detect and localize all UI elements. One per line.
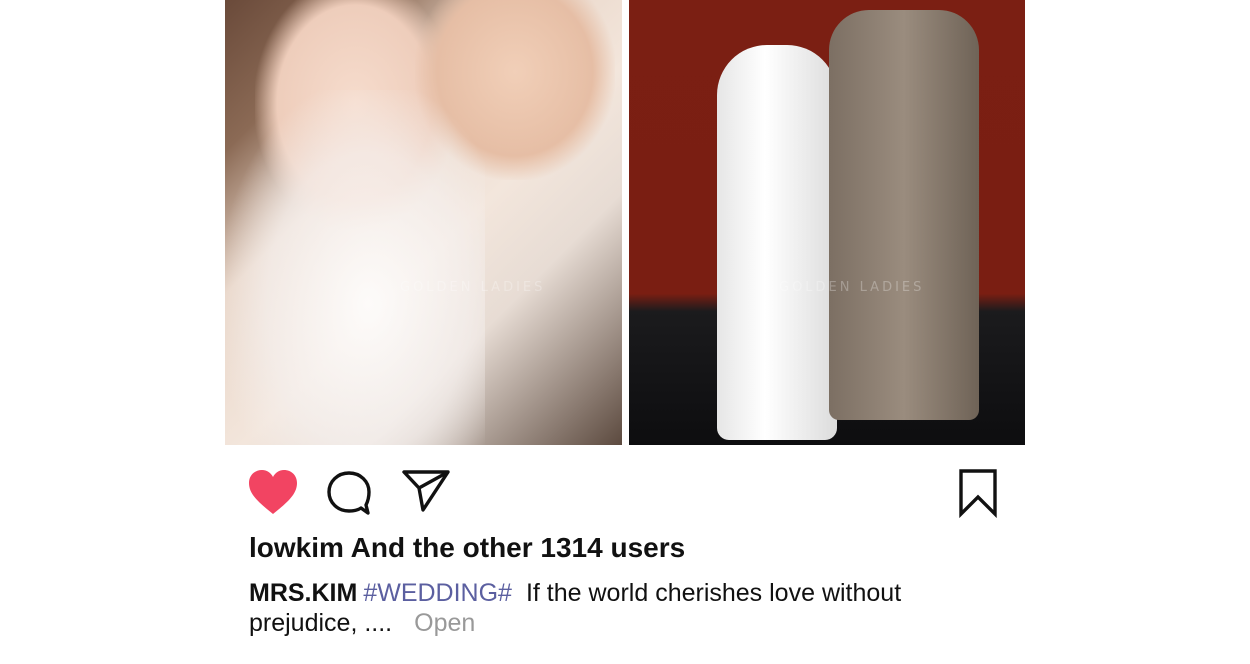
bride-dress <box>717 45 837 440</box>
photo-couple-full[interactable]: GOLDEN LADIES <box>629 0 1025 445</box>
heart-icon[interactable] <box>248 470 298 516</box>
bookmark-icon[interactable] <box>958 468 998 519</box>
groom-suit <box>829 10 979 420</box>
comment-icon[interactable] <box>326 470 372 516</box>
watermark: GOLDEN LADIES <box>779 280 925 295</box>
caption-open-link[interactable]: Open <box>414 609 475 637</box>
likes-count[interactable]: lowkim And the other 1314 users <box>249 532 685 564</box>
caption-hashtag[interactable]: #WEDDING# <box>363 579 512 607</box>
post-caption: MRS.KIM #WEDDING# If the world cherishes l… <box>249 578 939 638</box>
watermark: GOLDEN LADIES <box>400 280 546 295</box>
bride-gloves <box>225 90 485 445</box>
send-icon[interactable] <box>401 468 451 514</box>
post-card: GOLDEN LADIES GOLDEN LADIES lowkim And t… <box>225 0 1025 664</box>
caption-username[interactable]: MRS.KIM <box>249 579 357 607</box>
photo-carousel[interactable]: GOLDEN LADIES GOLDEN LADIES <box>225 0 1025 445</box>
photo-couple-closeup[interactable]: GOLDEN LADIES <box>225 0 622 445</box>
action-bar <box>225 445 1025 535</box>
